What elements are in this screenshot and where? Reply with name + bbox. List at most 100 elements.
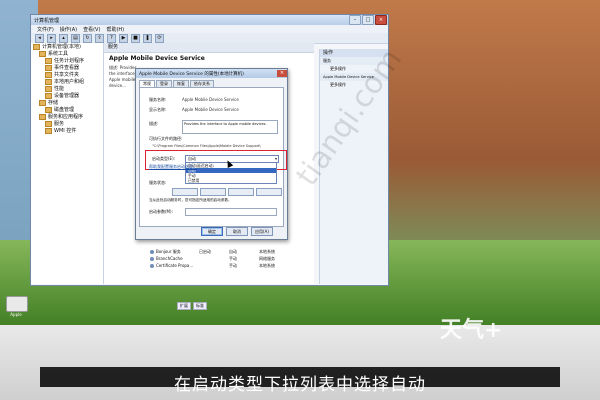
folder-icon — [45, 127, 52, 134]
tree-item-label: 存储 — [48, 100, 59, 106]
tree-item[interactable]: 设备管理器 — [31, 92, 103, 99]
apply-button[interactable]: 应用(A) — [251, 227, 273, 236]
help-icon[interactable]: ? — [107, 33, 116, 43]
help-configure-link[interactable]: 帮助我配置服务启动选项。 — [149, 164, 197, 170]
tree-item[interactable]: 共享文件夹 — [31, 71, 103, 78]
refresh-icon[interactable]: ↻ — [83, 33, 92, 43]
tree-item-label: 任务计划程序 — [54, 58, 85, 64]
restart-icon[interactable]: ⟳ — [155, 33, 164, 43]
display-name-label: 显示名称: — [149, 107, 167, 112]
folder-icon — [45, 120, 52, 127]
tree-item-label: 本地用户和组 — [54, 79, 85, 85]
tree-item[interactable]: 性能 — [31, 85, 103, 92]
tree-item-label: WMI 控件 — [54, 128, 77, 134]
desktop-app-icon[interactable]: Apple — [6, 296, 28, 317]
itunes-icon — [6, 296, 28, 312]
gear-icon — [150, 249, 154, 254]
stop-button[interactable] — [200, 188, 226, 196]
tree-item[interactable]: 系统工具 — [31, 50, 103, 57]
service-properties-dialog: Apple Mobile Device Service 的属性(本地计算机) ×… — [135, 68, 288, 240]
export-icon[interactable]: ⇪ — [95, 33, 104, 43]
back-icon[interactable]: ◂ — [35, 33, 44, 43]
tree-item[interactable]: 磁盘管理 — [31, 106, 103, 113]
tree-item[interactable]: 服务 — [31, 120, 103, 127]
folder-icon — [39, 99, 46, 106]
tab-general[interactable]: 常规 — [139, 80, 155, 87]
tree-item-label: 服务和应用程序 — [48, 114, 84, 120]
dialog-titlebar: Apple Mobile Device Service 的属性(本地计算机) × — [136, 69, 287, 78]
menu-help[interactable]: 帮助(H) — [106, 26, 124, 33]
ok-button[interactable]: 确定 — [201, 227, 223, 236]
tree-item[interactable]: 存储 — [31, 99, 103, 106]
gear-icon — [150, 263, 154, 268]
tree-item-label: 服务 — [54, 121, 65, 127]
table-row[interactable]: BranchCache 手动 网络服务 — [150, 255, 285, 262]
tree-item-label: 事件查看器 — [54, 65, 80, 71]
start-params-input[interactable] — [185, 208, 277, 216]
pause-button[interactable] — [228, 188, 254, 196]
table-row[interactable]: Bonjour 服务 已启动 自动 本地系统 — [150, 248, 285, 255]
tree-item-label: 设备管理器 — [54, 93, 80, 99]
tree-item-label: 性能 — [54, 86, 65, 92]
start-button[interactable] — [172, 188, 198, 196]
close-button[interactable]: × — [375, 15, 387, 25]
show-tree-icon[interactable]: ▤ — [71, 33, 80, 43]
play-icon[interactable]: ▶ — [119, 33, 128, 43]
cancel-button[interactable]: 取消 — [226, 227, 248, 236]
dialog-close-button[interactable]: × — [277, 70, 287, 77]
service-control-buttons — [172, 188, 282, 196]
minimize-button[interactable]: – — [349, 15, 361, 25]
service-name-cell: Bonjour 服务 — [156, 248, 181, 254]
up-icon[interactable]: ▴ — [59, 33, 68, 43]
dialog-body: 服务名称: Apple Mobile Device Service 显示名称: … — [139, 87, 287, 227]
window-title: 计算机管理 — [34, 17, 60, 24]
resume-button[interactable] — [256, 188, 282, 196]
dialog-buttons: 确定 取消 应用(A) — [201, 227, 273, 236]
description-box: Provides the interface to Apple mobile d… — [182, 120, 278, 134]
tab-extended[interactable]: 扩展 — [177, 302, 191, 310]
table-row[interactable]: Certificate Propa... 手动 本地系统 — [150, 262, 285, 269]
tab-logon[interactable]: 登录 — [156, 80, 172, 87]
service-name-cell: Certificate Propa... — [156, 263, 194, 268]
folder-icon — [45, 85, 52, 92]
service-rows: Bonjour 服务 已启动 自动 本地系统 BranchCache 手动 网络服务 Cert… — [150, 248, 285, 269]
service-startup-cell: 手动 — [229, 255, 237, 261]
tree-item[interactable]: 本地用户和组 — [31, 78, 103, 85]
pause-icon[interactable]: ❚ — [143, 33, 152, 43]
tree-item[interactable]: 任务计划程序 — [31, 57, 103, 64]
tab-recovery[interactable]: 恢复 — [173, 80, 189, 87]
menu-action[interactable]: 操作(A) — [60, 26, 77, 33]
forward-icon[interactable]: ▸ — [47, 33, 56, 43]
folder-icon — [45, 78, 52, 85]
folder-icon — [45, 71, 52, 78]
window-titlebar: 计算机管理 – □ × — [31, 15, 388, 25]
caption-text: 在启动类型下拉列表中选择自动 — [174, 375, 426, 395]
service-name-label: 服务名称: — [149, 97, 167, 102]
stop-icon[interactable]: ■ — [131, 33, 140, 43]
view-tabs: 扩展 标准 — [177, 302, 207, 310]
desktop-icon-label: Apple — [10, 312, 22, 317]
tree-item[interactable]: 事件查看器 — [31, 64, 103, 71]
tree-item[interactable]: 计算机管理(本地) — [31, 43, 103, 50]
tree-item-label: 系统工具 — [48, 51, 69, 57]
option-disabled[interactable]: 已禁用 — [186, 178, 276, 183]
description-label: 描述: — [149, 121, 159, 126]
folder-icon — [39, 50, 46, 57]
service-status-cell: 已启动 — [199, 248, 211, 254]
menu-view[interactable]: 查看(V) — [83, 26, 100, 33]
folder-icon — [45, 57, 52, 64]
services-header: 服务 — [104, 43, 314, 53]
tab-standard[interactable]: 标准 — [193, 302, 207, 310]
display-name-value: Apple Mobile Device Service — [182, 107, 239, 112]
tab-dependencies[interactable]: 依存关系 — [190, 80, 214, 87]
tree-item[interactable]: 服务和应用程序 — [31, 113, 103, 120]
tree-item[interactable]: WMI 控件 — [31, 127, 103, 134]
menu-file[interactable]: 文件(F) — [37, 26, 54, 33]
menubar: 文件(F) 操作(A) 查看(V) 帮助(H) — [31, 25, 388, 33]
path-value: "C:\Program Files\Common Files\Apple\Mob… — [152, 144, 261, 148]
gear-icon — [150, 256, 154, 261]
service-logon-cell: 本地系统 — [259, 262, 275, 268]
startup-type-label: 启动类型(E): — [152, 156, 175, 161]
maximize-button[interactable]: □ — [362, 15, 374, 25]
folder-icon — [39, 113, 46, 120]
